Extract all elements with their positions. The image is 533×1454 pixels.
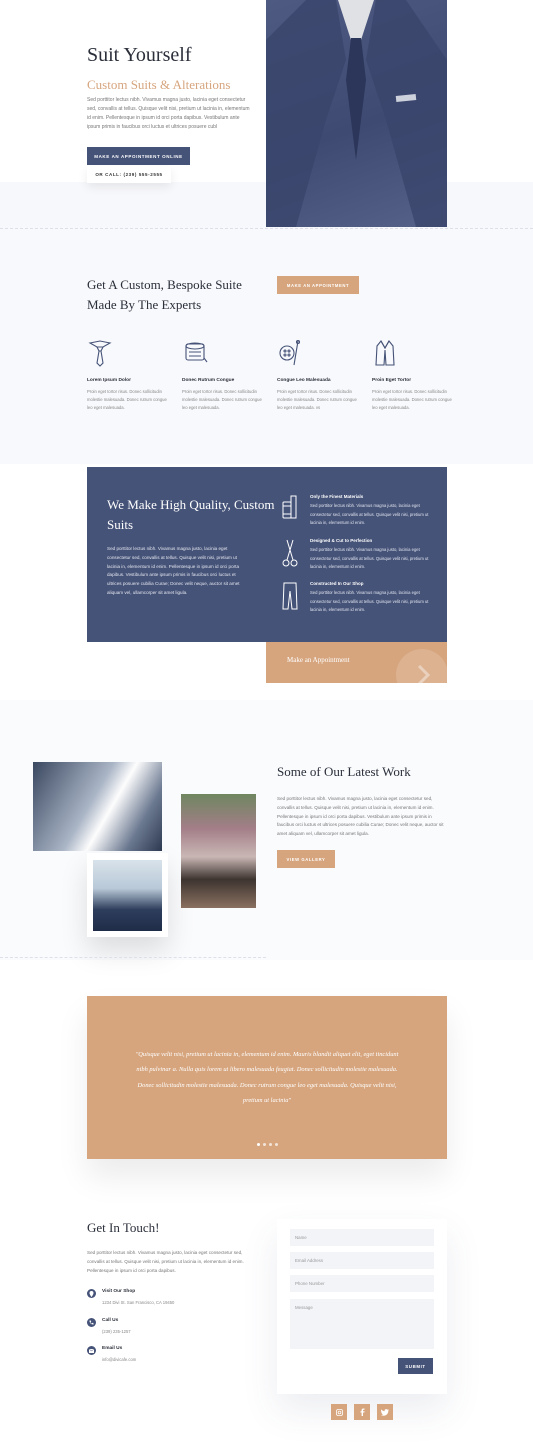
submit-button[interactable]: SUBMIT xyxy=(398,1358,433,1374)
slider-dot[interactable] xyxy=(263,1143,266,1146)
testimonial-quote: "Quisque velit nisi, pretium ut lacinia … xyxy=(135,1051,399,1105)
quality-title: We Make High Quality, Custom Suits xyxy=(107,497,275,532)
measuring-tape-icon xyxy=(185,342,208,363)
divider xyxy=(0,957,266,958)
message-field[interactable]: Message xyxy=(290,1299,434,1349)
work-body: Sed porttitor lectus nibh. Vivamus magna… xyxy=(277,796,444,837)
jacket-icon xyxy=(375,340,395,366)
contact-phone-number[interactable]: (239) 235-1257 xyxy=(102,1329,131,1334)
quality-item-title: Only the Finest Materials xyxy=(310,494,364,499)
thread-spool-icon xyxy=(282,495,297,519)
name-field[interactable]: Name xyxy=(290,1229,434,1246)
quality-item-text: Sed porttitor lectus nibh. Vivamus magna… xyxy=(310,547,429,570)
facebook-icon[interactable] xyxy=(354,1404,370,1420)
gallery-image-seated-man[interactable] xyxy=(181,794,256,908)
hero-title: Suit Yourself xyxy=(87,44,192,66)
quality-item-title: Designed & Cut to Perfection xyxy=(310,538,373,543)
slider-dot[interactable] xyxy=(257,1143,260,1146)
scissors-icon xyxy=(282,539,298,567)
quality-item-text: Sed porttitor lectus nibh. Vivamus magna… xyxy=(310,590,429,613)
trousers-icon xyxy=(282,582,298,610)
divider xyxy=(0,228,533,229)
gallery-image-man-phone[interactable] xyxy=(93,860,162,931)
contact-shop-title: Visit Our Shop xyxy=(102,1289,136,1294)
make-appointment-link[interactable]: Make an Appointment xyxy=(287,656,350,664)
hero-suit-photo xyxy=(266,0,447,227)
gallery-image-jacket[interactable] xyxy=(33,762,162,851)
twitter-icon[interactable] xyxy=(377,1404,393,1420)
quality-item-text: Sed porttitor lectus nibh. Vivamus magna… xyxy=(310,503,429,526)
feature-title: Donec Rutrum Congue xyxy=(182,378,235,383)
feature-4: Proin Eget Tortor Proin eget tortor risu… xyxy=(372,338,454,412)
feature-1: Lorem Ipsum Dolor Proin eget tortor risu… xyxy=(87,338,169,412)
contact-shop-address: 1234 Divi St. San Francisco, CA 19450 xyxy=(102,1300,175,1305)
button-needle-icon xyxy=(279,339,301,366)
feature-title: Proin Eget Tortor xyxy=(372,378,412,383)
contact-title: Get In Touch! xyxy=(87,1220,160,1235)
contact-email-title: Email Us xyxy=(102,1346,123,1351)
work-title: Some of Our Latest Work xyxy=(277,764,411,779)
feature-title: Congue Leo Malesuada xyxy=(277,378,331,383)
feature-title: Lorem Ipsum Dolor xyxy=(87,378,131,383)
view-gallery-button[interactable]: VIEW GALLERY xyxy=(277,850,335,868)
slider-dot[interactable] xyxy=(275,1143,278,1146)
quality-body: Sed porttitor lectus nibh. Vivamus magna… xyxy=(107,546,240,595)
contact-call-title: Call Us xyxy=(102,1318,119,1323)
feature-3: Congue Leo Malesuada Proin eget tortor r… xyxy=(277,338,359,412)
feature-text: Proin eget tortor risus. Donec sollicitu… xyxy=(277,389,357,410)
instagram-icon[interactable] xyxy=(331,1404,347,1420)
contact-email-address[interactable]: info@divicafe.com xyxy=(102,1357,136,1362)
slider-dot[interactable] xyxy=(269,1143,272,1146)
email-icon xyxy=(87,1346,96,1355)
bespoke-title: Get A Custom, Bespoke Suite Made By The … xyxy=(87,277,242,312)
call-button[interactable]: OR CALL: (239) 555-2555 xyxy=(87,166,171,183)
feature-text: Proin eget tortor risus. Donec sollicitu… xyxy=(87,389,167,410)
map-pin-icon xyxy=(87,1289,96,1298)
feature-text: Proin eget tortor risus. Donec sollicitu… xyxy=(372,389,452,410)
phone-field[interactable]: Phone Number xyxy=(290,1275,434,1292)
quality-item-title: Constructed In Our Shop xyxy=(310,581,364,586)
make-appointment-button[interactable]: MAKE AN APPOINTMENT xyxy=(277,276,359,294)
feature-text: Proin eget tortor risus. Donec sollicitu… xyxy=(182,389,262,410)
contact-body: Sed porttitor lectus nibh. Vivamus magna… xyxy=(87,1250,244,1273)
email-field[interactable]: Email Address xyxy=(290,1252,434,1269)
phone-icon xyxy=(87,1318,96,1327)
feature-2: Donec Rutrum Congue Proin eget tortor ri… xyxy=(182,338,264,412)
hero-body-text: Sed porttitor lectus nibh. Vivamus magna… xyxy=(87,97,250,130)
make-appointment-online-button[interactable]: MAKE AN APPOINTMENT ONLINE xyxy=(87,147,190,165)
tie-icon xyxy=(88,340,112,367)
hero-subtitle: Custom Suits & Alterations xyxy=(87,77,231,92)
